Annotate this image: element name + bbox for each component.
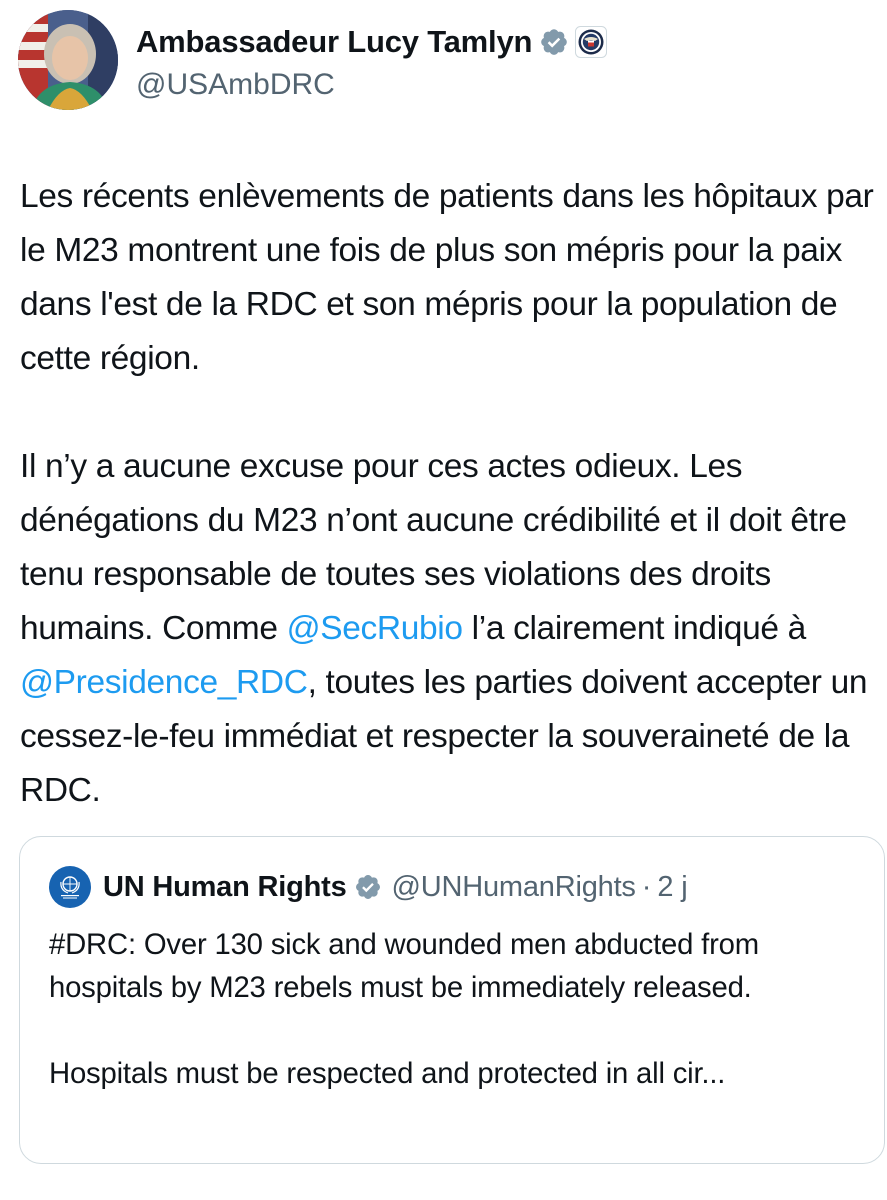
author-avatar-image bbox=[18, 10, 118, 110]
verified-badge-icon[interactable] bbox=[539, 27, 569, 57]
tweet-paragraph: Les récents enlèvements de patients dans… bbox=[20, 170, 880, 386]
quoted-display-name[interactable]: UN Human Rights bbox=[103, 871, 347, 904]
quoted-handle[interactable]: @UNHumanRights bbox=[392, 871, 636, 904]
tweet-text: Les récents enlèvements de patients dans… bbox=[20, 170, 880, 818]
tweet-header: Ambassadeur Lucy Tamlyn @USAmbDRC bbox=[18, 10, 878, 114]
mention-link[interactable]: @Presidence_RDC bbox=[20, 664, 308, 701]
quoted-paragraph: #DRC: Over 130 sick and wounded men abdu… bbox=[49, 928, 759, 1004]
tweet-text-segment: l’a clairement indiqué à bbox=[462, 610, 807, 647]
author-names: Ambassadeur Lucy Tamlyn @USAmbDRC bbox=[136, 24, 608, 102]
us-state-department-seal-icon[interactable] bbox=[575, 26, 608, 58]
mention-link[interactable]: @SecRubio bbox=[287, 610, 463, 647]
tweet-text-segment: Les récents enlèvements de patients dans… bbox=[20, 178, 874, 377]
author-avatar[interactable] bbox=[18, 10, 118, 110]
quoted-timestamp[interactable]: 2 j bbox=[657, 871, 687, 904]
author-handle[interactable]: @USAmbDRC bbox=[136, 68, 607, 102]
quoted-paragraph: Hospitals must be respected and protecte… bbox=[49, 1057, 726, 1090]
tweet-paragraph: Il n’y a aucune excuse pour ces actes od… bbox=[20, 440, 880, 818]
author-display-name[interactable]: Ambassadeur Lucy Tamlyn bbox=[136, 24, 532, 60]
quoted-tweet[interactable]: UN Human Rights @UNHumanRights · 2 j #DR… bbox=[19, 836, 885, 1164]
un-human-rights-logo-icon[interactable] bbox=[49, 866, 91, 908]
verified-badge-icon[interactable] bbox=[354, 873, 382, 901]
quoted-tweet-header: UN Human Rights @UNHumanRights · 2 j bbox=[49, 866, 688, 908]
display-name-row: Ambassadeur Lucy Tamlyn bbox=[136, 24, 608, 60]
dot-separator: · bbox=[641, 870, 652, 903]
quoted-tweet-text: #DRC: Over 130 sick and wounded men abdu… bbox=[49, 923, 869, 1095]
